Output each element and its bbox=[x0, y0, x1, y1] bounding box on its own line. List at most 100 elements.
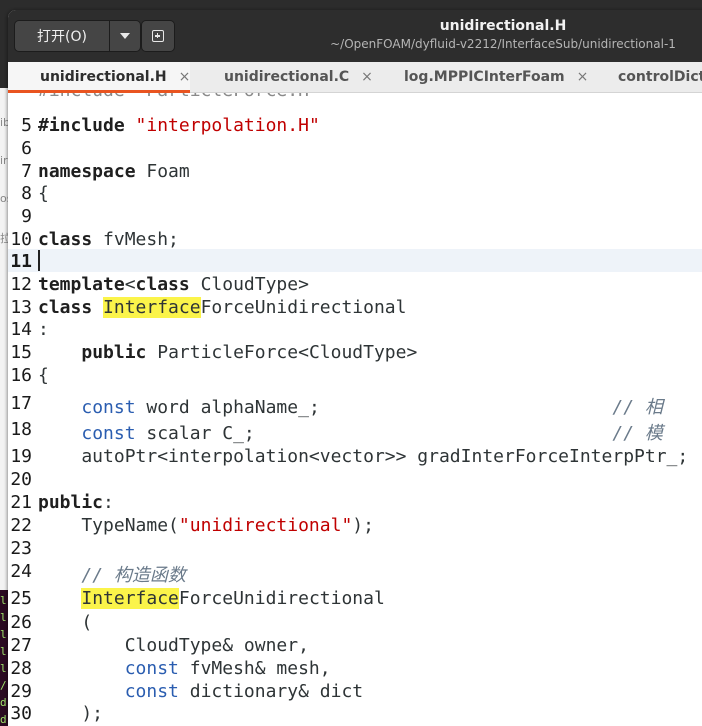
code-line: template<class CloudType> bbox=[38, 274, 309, 295]
line-number: 18 bbox=[10, 419, 32, 440]
line-number: 8 bbox=[21, 183, 32, 204]
tab-label: log.MPPICInterFoam bbox=[404, 69, 565, 85]
terminal-glyph: l bbox=[0, 611, 7, 624]
line-number: 21 bbox=[10, 492, 32, 513]
code-line: { bbox=[38, 365, 49, 386]
code-line: const fvMesh& mesh, bbox=[38, 658, 331, 679]
tab-label: controlDict bbox=[618, 69, 702, 85]
line-number: 25 bbox=[10, 588, 32, 609]
code-token: // 相 bbox=[319, 397, 663, 418]
tab-label: unidirectional.C bbox=[224, 69, 350, 85]
code-line: const scalar C_; // 模 bbox=[38, 419, 663, 445]
terminal-glyph: l bbox=[0, 645, 7, 658]
code-token: < bbox=[124, 274, 136, 295]
code-token: const bbox=[124, 681, 179, 702]
code-token: public bbox=[38, 492, 104, 513]
background-glyph: ibl bbox=[0, 116, 8, 129]
code-token: CloudType> bbox=[189, 274, 309, 295]
code-line: #include "interpolation.H" bbox=[38, 115, 320, 136]
new-document-icon bbox=[152, 30, 164, 42]
line-number: 12 bbox=[10, 274, 32, 295]
line-number: 11 bbox=[10, 251, 32, 272]
code-line: ); bbox=[38, 703, 103, 724]
line-number: 30 bbox=[10, 703, 32, 724]
tab-close-icon[interactable]: × bbox=[179, 69, 191, 85]
code-line: TypeName("unidirectional"); bbox=[38, 515, 374, 536]
code-token: scalar C_; bbox=[135, 423, 255, 444]
tab-log-mppicinterfoam[interactable]: log.MPPICInterFoam × bbox=[370, 62, 588, 92]
code-token: ForceUnidirectional bbox=[200, 297, 407, 318]
code-token: // 模 bbox=[254, 423, 663, 444]
line-number: 15 bbox=[10, 342, 32, 363]
tab-label: unidirectional.H bbox=[40, 69, 167, 85]
line-number: 10 bbox=[10, 229, 32, 250]
code-token: : bbox=[103, 492, 114, 513]
code-token: fvMesh; bbox=[92, 229, 179, 250]
window-title: unidirectional.H bbox=[439, 18, 567, 34]
code-token: const bbox=[81, 423, 136, 444]
code-token: "interpolation.H" bbox=[135, 115, 320, 136]
new-tab-button[interactable] bbox=[141, 20, 175, 52]
line-number: 5 bbox=[21, 115, 32, 136]
code-token: autoPtr<interpolation<vector>> gradInter… bbox=[38, 446, 689, 467]
code-token: ); bbox=[352, 515, 374, 536]
code-token: template bbox=[38, 274, 125, 295]
current-line-highlight bbox=[8, 249, 702, 272]
background-glyph: ire bbox=[0, 154, 8, 167]
code-line: namespace Foam bbox=[38, 161, 190, 182]
code-line: // 构造函数 bbox=[38, 561, 186, 587]
tab-bar: unidirectional.H × unidirectional.C × log.MP… bbox=[8, 62, 702, 93]
code-token: const bbox=[81, 397, 136, 418]
code-token: { bbox=[38, 183, 49, 204]
line-number: 23 bbox=[10, 538, 32, 559]
chevron-down-icon bbox=[120, 33, 130, 39]
code-token: word alphaName_; bbox=[135, 397, 320, 418]
open-dropdown-button[interactable] bbox=[109, 20, 141, 52]
code-token: { bbox=[38, 365, 49, 386]
code-line: { bbox=[38, 183, 49, 204]
tab-unidirectional-h[interactable]: unidirectional.H × bbox=[8, 62, 191, 93]
line-number: 7 bbox=[21, 161, 32, 182]
line-number: 14 bbox=[10, 319, 32, 340]
code-token: class bbox=[38, 297, 93, 318]
line-number: 26 bbox=[10, 612, 32, 633]
line-number: 19 bbox=[10, 446, 32, 467]
terminal-glyph: l bbox=[0, 628, 7, 641]
line-number: 24 bbox=[10, 561, 32, 582]
code-line: public: bbox=[38, 492, 114, 513]
line-number: 9 bbox=[21, 206, 32, 227]
code-line: autoPtr<interpolation<vector>> gradInter… bbox=[38, 446, 688, 467]
code-token: CloudType& owner, bbox=[38, 635, 309, 656]
tab-controldict[interactable]: controlDict bbox=[568, 62, 702, 92]
line-number: 20 bbox=[10, 469, 32, 490]
code-line: const word alphaName_; // 相 bbox=[38, 393, 663, 419]
line-number: 13 bbox=[10, 297, 32, 318]
line-number: 27 bbox=[10, 635, 32, 656]
text-cursor bbox=[38, 250, 40, 271]
terminal-glyph: l bbox=[0, 662, 7, 675]
code-token: // 构造函数 bbox=[81, 565, 186, 586]
code-token: : bbox=[38, 319, 49, 340]
tab-unidirectional-c[interactable]: unidirectional.C × bbox=[190, 62, 373, 92]
code-token: class bbox=[135, 274, 190, 295]
code-token: const bbox=[124, 658, 179, 679]
code-editor[interactable]: #include "ParticleForce.H" 5 #include "int… bbox=[8, 93, 702, 726]
header-bar: 打开(O) unidirectional.H ~/OpenFOAM/dyflui… bbox=[8, 10, 702, 62]
code-token: "unidirectional" bbox=[178, 515, 353, 536]
code-line-partial: #include "ParticleForce.H" bbox=[38, 93, 320, 101]
code-token: ( bbox=[38, 612, 93, 633]
open-button[interactable]: 打开(O) bbox=[14, 20, 110, 52]
line-number: 22 bbox=[10, 515, 32, 536]
code-line: class fvMesh; bbox=[38, 229, 179, 250]
terminal-glyph: d bbox=[0, 713, 7, 726]
code-token: #include bbox=[38, 115, 136, 136]
code-token: dictionary& dict bbox=[178, 681, 364, 702]
search-match: Interface bbox=[103, 297, 201, 318]
code-token: ForceUnidirectional bbox=[178, 588, 385, 609]
line-number: 16 bbox=[10, 365, 32, 386]
